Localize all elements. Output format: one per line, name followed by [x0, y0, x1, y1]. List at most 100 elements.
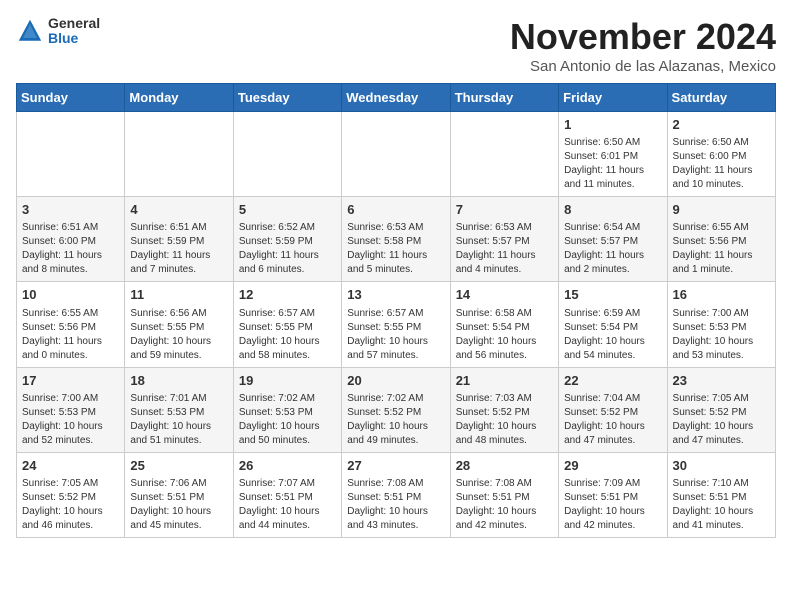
week-row-4: 17Sunrise: 7:00 AM Sunset: 5:53 PM Dayli…	[17, 367, 776, 452]
calendar-cell: 10 Sunrise: 6:55 AM Sunset: 5:56 PM Dayli…	[17, 282, 125, 367]
day-info: Sunrise: 7:00 AM Sunset: 5:53 PM Dayligh…	[673, 307, 770, 363]
calendar-cell: 6Sunrise: 6:53 AM Sunset: 5:58 PM Daylig…	[342, 197, 450, 282]
calendar-cell: 14Sunrise: 6:58 AM Sunset: 5:54 PM Dayli…	[450, 282, 558, 367]
day-info: Sunrise: 6:53 AM Sunset: 5:58 PM Dayligh…	[347, 221, 444, 277]
day-number: 15	[564, 286, 661, 304]
day-number: 5	[239, 201, 336, 219]
day-info: Sunrise: 7:02 AM Sunset: 5:52 PM Dayligh…	[347, 392, 444, 448]
calendar-cell: 18 Sunrise: 7:01 AM Sunset: 5:53 PM Dayli…	[125, 367, 233, 452]
day-info: Sunrise: 7:02 AM Sunset: 5:53 PM Dayligh…	[239, 392, 336, 448]
day-info: Sunrise: 7:08 AM Sunset: 5:51 PM Dayligh…	[456, 477, 553, 533]
day-number: 16	[673, 286, 770, 304]
calendar-cell: 25 Sunrise: 7:06 AM Sunset: 5:51 PM Dayli…	[125, 452, 233, 537]
location: San Antonio de las Alazanas, Mexico	[510, 58, 776, 75]
day-number: 29	[564, 457, 661, 475]
calendar-table: SundayMondayTuesdayWednesdayThursdayFrid…	[16, 83, 776, 538]
day-info: Sunrise: 7:05 AM Sunset: 5:52 PM Dayligh…	[673, 392, 770, 448]
month-title: November 2024	[510, 16, 776, 58]
title-area: November 2024 San Antonio de las Alazana…	[510, 16, 776, 75]
header-day-monday: Monday	[125, 84, 233, 112]
day-info: Sunrise: 7:03 AM Sunset: 5:52 PM Dayligh…	[456, 392, 553, 448]
day-info: Sunrise: 6:56 AM Sunset: 5:55 PM Dayligh…	[130, 307, 227, 363]
day-number: 26	[239, 457, 336, 475]
calendar-cell: 21Sunrise: 7:03 AM Sunset: 5:52 PM Dayli…	[450, 367, 558, 452]
logo-text: General Blue	[48, 16, 100, 47]
day-info: Sunrise: 6:55 AM Sunset: 5:56 PM Dayligh…	[673, 221, 770, 277]
day-number: 30	[673, 457, 770, 475]
day-info: Sunrise: 7:00 AM Sunset: 5:53 PM Dayligh…	[22, 392, 119, 448]
day-info: Sunrise: 6:50 AM Sunset: 6:00 PM Dayligh…	[673, 136, 770, 192]
day-info: Sunrise: 6:52 AM Sunset: 5:59 PM Dayligh…	[239, 221, 336, 277]
calendar-cell: 19 Sunrise: 7:02 AM Sunset: 5:53 PM Dayli…	[233, 367, 341, 452]
day-number: 14	[456, 286, 553, 304]
day-number: 8	[564, 201, 661, 219]
calendar-cell	[450, 112, 558, 197]
day-number: 2	[673, 116, 770, 134]
week-row-5: 24 Sunrise: 7:05 AM Sunset: 5:52 PM Dayli…	[17, 452, 776, 537]
day-info: Sunrise: 6:59 AM Sunset: 5:54 PM Dayligh…	[564, 307, 661, 363]
day-number: 7	[456, 201, 553, 219]
day-number: 23	[673, 372, 770, 390]
day-info: Sunrise: 6:55 AM Sunset: 5:56 PM Dayligh…	[22, 307, 119, 363]
calendar-cell: 1 Sunrise: 6:50 AM Sunset: 6:01 PM Daylig…	[559, 112, 667, 197]
calendar-cell: 20Sunrise: 7:02 AM Sunset: 5:52 PM Dayli…	[342, 367, 450, 452]
day-info: Sunrise: 6:50 AM Sunset: 6:01 PM Dayligh…	[564, 136, 661, 192]
week-row-3: 10 Sunrise: 6:55 AM Sunset: 5:56 PM Dayli…	[17, 282, 776, 367]
calendar-cell	[342, 112, 450, 197]
logo-general: General	[48, 16, 100, 31]
calendar-cell: 26 Sunrise: 7:07 AM Sunset: 5:51 PM Dayli…	[233, 452, 341, 537]
calendar-cell: 4 Sunrise: 6:51 AM Sunset: 5:59 PM Daylig…	[125, 197, 233, 282]
day-info: Sunrise: 7:06 AM Sunset: 5:51 PM Dayligh…	[130, 477, 227, 533]
day-number: 13	[347, 286, 444, 304]
day-info: Sunrise: 6:53 AM Sunset: 5:57 PM Dayligh…	[456, 221, 553, 277]
calendar-cell: 13 Sunrise: 6:57 AM Sunset: 5:55 PM Dayli…	[342, 282, 450, 367]
calendar-cell: 3Sunrise: 6:51 AM Sunset: 6:00 PM Daylig…	[17, 197, 125, 282]
header-day-sunday: Sunday	[17, 84, 125, 112]
day-number: 4	[130, 201, 227, 219]
day-number: 24	[22, 457, 119, 475]
calendar-cell: 28 Sunrise: 7:08 AM Sunset: 5:51 PM Dayli…	[450, 452, 558, 537]
header-day-friday: Friday	[559, 84, 667, 112]
day-number: 25	[130, 457, 227, 475]
logo-blue: Blue	[48, 31, 100, 46]
calendar-cell: 16 Sunrise: 7:00 AM Sunset: 5:53 PM Dayli…	[667, 282, 775, 367]
header-day-wednesday: Wednesday	[342, 84, 450, 112]
day-number: 1	[564, 116, 661, 134]
calendar-cell: 15 Sunrise: 6:59 AM Sunset: 5:54 PM Dayli…	[559, 282, 667, 367]
calendar-cell: 9 Sunrise: 6:55 AM Sunset: 5:56 PM Daylig…	[667, 197, 775, 282]
calendar-cell: 24 Sunrise: 7:05 AM Sunset: 5:52 PM Dayli…	[17, 452, 125, 537]
header-row: SundayMondayTuesdayWednesdayThursdayFrid…	[17, 84, 776, 112]
day-info: Sunrise: 7:05 AM Sunset: 5:52 PM Dayligh…	[22, 477, 119, 533]
day-number: 18	[130, 372, 227, 390]
day-info: Sunrise: 6:54 AM Sunset: 5:57 PM Dayligh…	[564, 221, 661, 277]
day-info: Sunrise: 7:04 AM Sunset: 5:52 PM Dayligh…	[564, 392, 661, 448]
header-day-tuesday: Tuesday	[233, 84, 341, 112]
day-number: 9	[673, 201, 770, 219]
logo-icon	[16, 17, 44, 45]
page-header: General Blue November 2024 San Antonio d…	[16, 16, 776, 75]
calendar-cell: 22 Sunrise: 7:04 AM Sunset: 5:52 PM Dayli…	[559, 367, 667, 452]
day-number: 27	[347, 457, 444, 475]
day-number: 10	[22, 286, 119, 304]
day-number: 28	[456, 457, 553, 475]
day-info: Sunrise: 6:51 AM Sunset: 5:59 PM Dayligh…	[130, 221, 227, 277]
week-row-2: 3Sunrise: 6:51 AM Sunset: 6:00 PM Daylig…	[17, 197, 776, 282]
day-info: Sunrise: 7:07 AM Sunset: 5:51 PM Dayligh…	[239, 477, 336, 533]
day-number: 19	[239, 372, 336, 390]
day-info: Sunrise: 6:57 AM Sunset: 5:55 PM Dayligh…	[239, 307, 336, 363]
calendar-cell: 5 Sunrise: 6:52 AM Sunset: 5:59 PM Daylig…	[233, 197, 341, 282]
calendar-cell: 11 Sunrise: 6:56 AM Sunset: 5:55 PM Dayli…	[125, 282, 233, 367]
day-number: 3	[22, 201, 119, 219]
calendar-cell: 29 Sunrise: 7:09 AM Sunset: 5:51 PM Dayli…	[559, 452, 667, 537]
day-number: 22	[564, 372, 661, 390]
day-info: Sunrise: 7:01 AM Sunset: 5:53 PM Dayligh…	[130, 392, 227, 448]
calendar-cell	[125, 112, 233, 197]
header-day-saturday: Saturday	[667, 84, 775, 112]
day-info: Sunrise: 7:09 AM Sunset: 5:51 PM Dayligh…	[564, 477, 661, 533]
day-info: Sunrise: 6:57 AM Sunset: 5:55 PM Dayligh…	[347, 307, 444, 363]
day-info: Sunrise: 7:10 AM Sunset: 5:51 PM Dayligh…	[673, 477, 770, 533]
calendar-cell: 12Sunrise: 6:57 AM Sunset: 5:55 PM Dayli…	[233, 282, 341, 367]
calendar-header: SundayMondayTuesdayWednesdayThursdayFrid…	[17, 84, 776, 112]
day-number: 11	[130, 286, 227, 304]
calendar-cell	[17, 112, 125, 197]
